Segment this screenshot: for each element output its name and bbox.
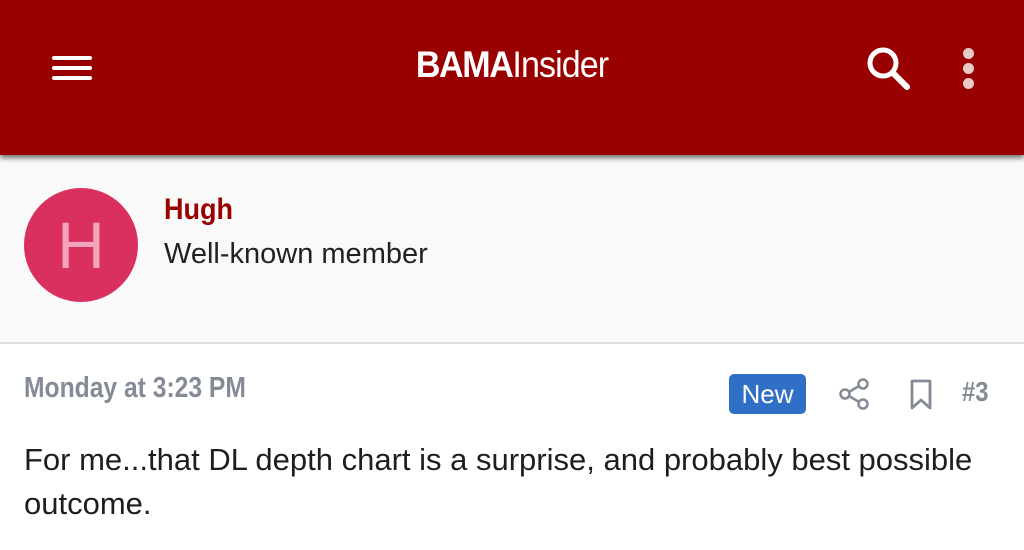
site-logo[interactable]: BAMAInsider [41, 44, 983, 86]
search-icon[interactable] [862, 42, 916, 96]
post-author-panel: H Hugh Well-known member [0, 155, 1024, 344]
post-number-link[interactable]: #3 [962, 376, 988, 408]
author-title: Well-known member [164, 238, 428, 270]
post-body-text: For me...that DL depth chart is a surpri… [24, 442, 973, 521]
dot [963, 48, 974, 59]
bookmark-icon[interactable] [906, 378, 936, 412]
post-date-link[interactable]: Monday at 3:23 PM [24, 372, 246, 405]
new-badge: New [729, 374, 806, 414]
logo-bold-text: BAMA [415, 44, 514, 85]
share-icon[interactable] [836, 376, 872, 412]
post-content: Monday at 3:23 PM New #3 For me...that D… [0, 346, 1024, 550]
avatar[interactable]: H [24, 188, 138, 302]
dot [963, 78, 974, 89]
top-navigation-bar: BAMAInsider [0, 0, 1024, 155]
author-name-link[interactable]: Hugh [164, 193, 233, 227]
more-vertical-icon[interactable] [952, 44, 986, 94]
logo-regular-text: Insider [512, 44, 609, 85]
dot [963, 63, 974, 74]
